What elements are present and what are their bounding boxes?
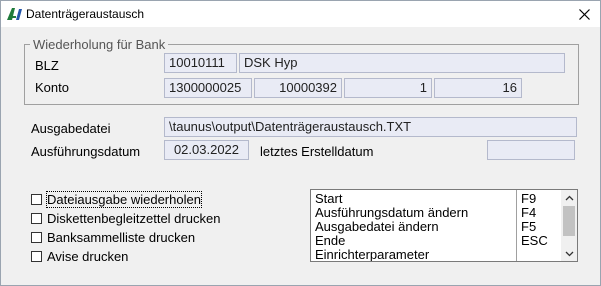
close-icon: [578, 8, 590, 20]
ausfuehrungsdatum-label: Ausführungsdatum: [31, 144, 141, 159]
command-listbox[interactable]: Start F9 Ausführungsdatum ändern F4 Ausg…: [310, 189, 578, 262]
command-name: Einrichterparameter: [315, 247, 430, 262]
command-name: Start: [315, 191, 343, 206]
checkbox-diskettenbegleitzettel[interactable]: Diskettenbegleitzettel drucken: [31, 210, 220, 226]
window-title: Datenträgeraustausch: [26, 7, 145, 21]
checkbox-banksammelliste[interactable]: Banksammelliste drucken: [31, 229, 195, 245]
chevron-down-icon: [565, 251, 573, 256]
title-bar: Datenträgeraustausch: [1, 1, 600, 27]
checkbox-dateiausgabe-wiederholen[interactable]: Dateiausgabe wiederholen: [31, 190, 202, 208]
checkbox-box[interactable]: [31, 231, 42, 243]
checkbox-box[interactable]: [31, 193, 42, 205]
command-name: Ausführungsdatum ändern: [315, 205, 469, 220]
vertical-scrollbar[interactable]: [561, 190, 577, 261]
bank-name-field[interactable]: DSK Hyp: [239, 53, 565, 73]
checkbox-label: Dateiausgabe wiederholen: [46, 190, 202, 208]
scroll-up-button[interactable]: [561, 190, 577, 205]
command-key: ESC: [521, 233, 548, 248]
command-name: Ausgabedatei ändern: [315, 219, 439, 234]
dialog-window: Datenträgeraustausch Wiederholung für Ba…: [0, 0, 601, 286]
checkbox-label: Banksammelliste drucken: [47, 229, 196, 245]
command-key: F5: [521, 219, 537, 234]
scroll-thumb[interactable]: [563, 206, 575, 236]
konto-field-4[interactable]: 16: [434, 78, 522, 98]
checkbox-avise[interactable]: Avise drucken: [31, 248, 128, 264]
groupbox-legend: Wiederholung für Bank: [30, 37, 169, 52]
close-button[interactable]: [568, 1, 600, 27]
app-logo-icon: [7, 8, 22, 20]
letztes-erstelldatum-field[interactable]: [487, 140, 575, 160]
ausgabedatei-label: Ausgabedatei: [31, 121, 111, 136]
command-key: F9: [521, 191, 537, 206]
checkbox-box[interactable]: [31, 250, 42, 262]
list-item[interactable]: Einrichterparameter: [311, 248, 563, 262]
konto-field-2[interactable]: 10000392: [254, 78, 342, 98]
list-item[interactable]: Ausführungsdatum ändern F4: [311, 206, 563, 220]
list-item[interactable]: Start F9: [311, 192, 563, 206]
list-item[interactable]: Ausgabedatei ändern F5: [311, 220, 563, 234]
blz-field[interactable]: 10010111: [164, 53, 237, 73]
scroll-down-button[interactable]: [561, 246, 577, 261]
konto-label: Konto: [35, 80, 69, 95]
command-name: Ende: [315, 233, 346, 248]
checkbox-label: Avise drucken: [47, 248, 129, 264]
ausgabedatei-field[interactable]: \taunus\output\Datenträgeraustausch.TXT: [164, 117, 577, 137]
checkbox-box[interactable]: [31, 212, 42, 224]
blz-label: BLZ: [35, 58, 59, 73]
konto-field-3[interactable]: 1: [344, 78, 432, 98]
letztes-erstelldatum-label: letztes Erstelldatum: [260, 144, 374, 159]
command-key: F4: [521, 205, 537, 220]
konto-field-1[interactable]: 1300000025: [164, 78, 252, 98]
list-item[interactable]: Ende ESC: [311, 234, 563, 248]
ausfuehrungsdatum-field[interactable]: 02.03.2022: [164, 140, 249, 160]
chevron-up-icon: [565, 195, 573, 200]
checkbox-label: Diskettenbegleitzettel drucken: [47, 210, 221, 226]
